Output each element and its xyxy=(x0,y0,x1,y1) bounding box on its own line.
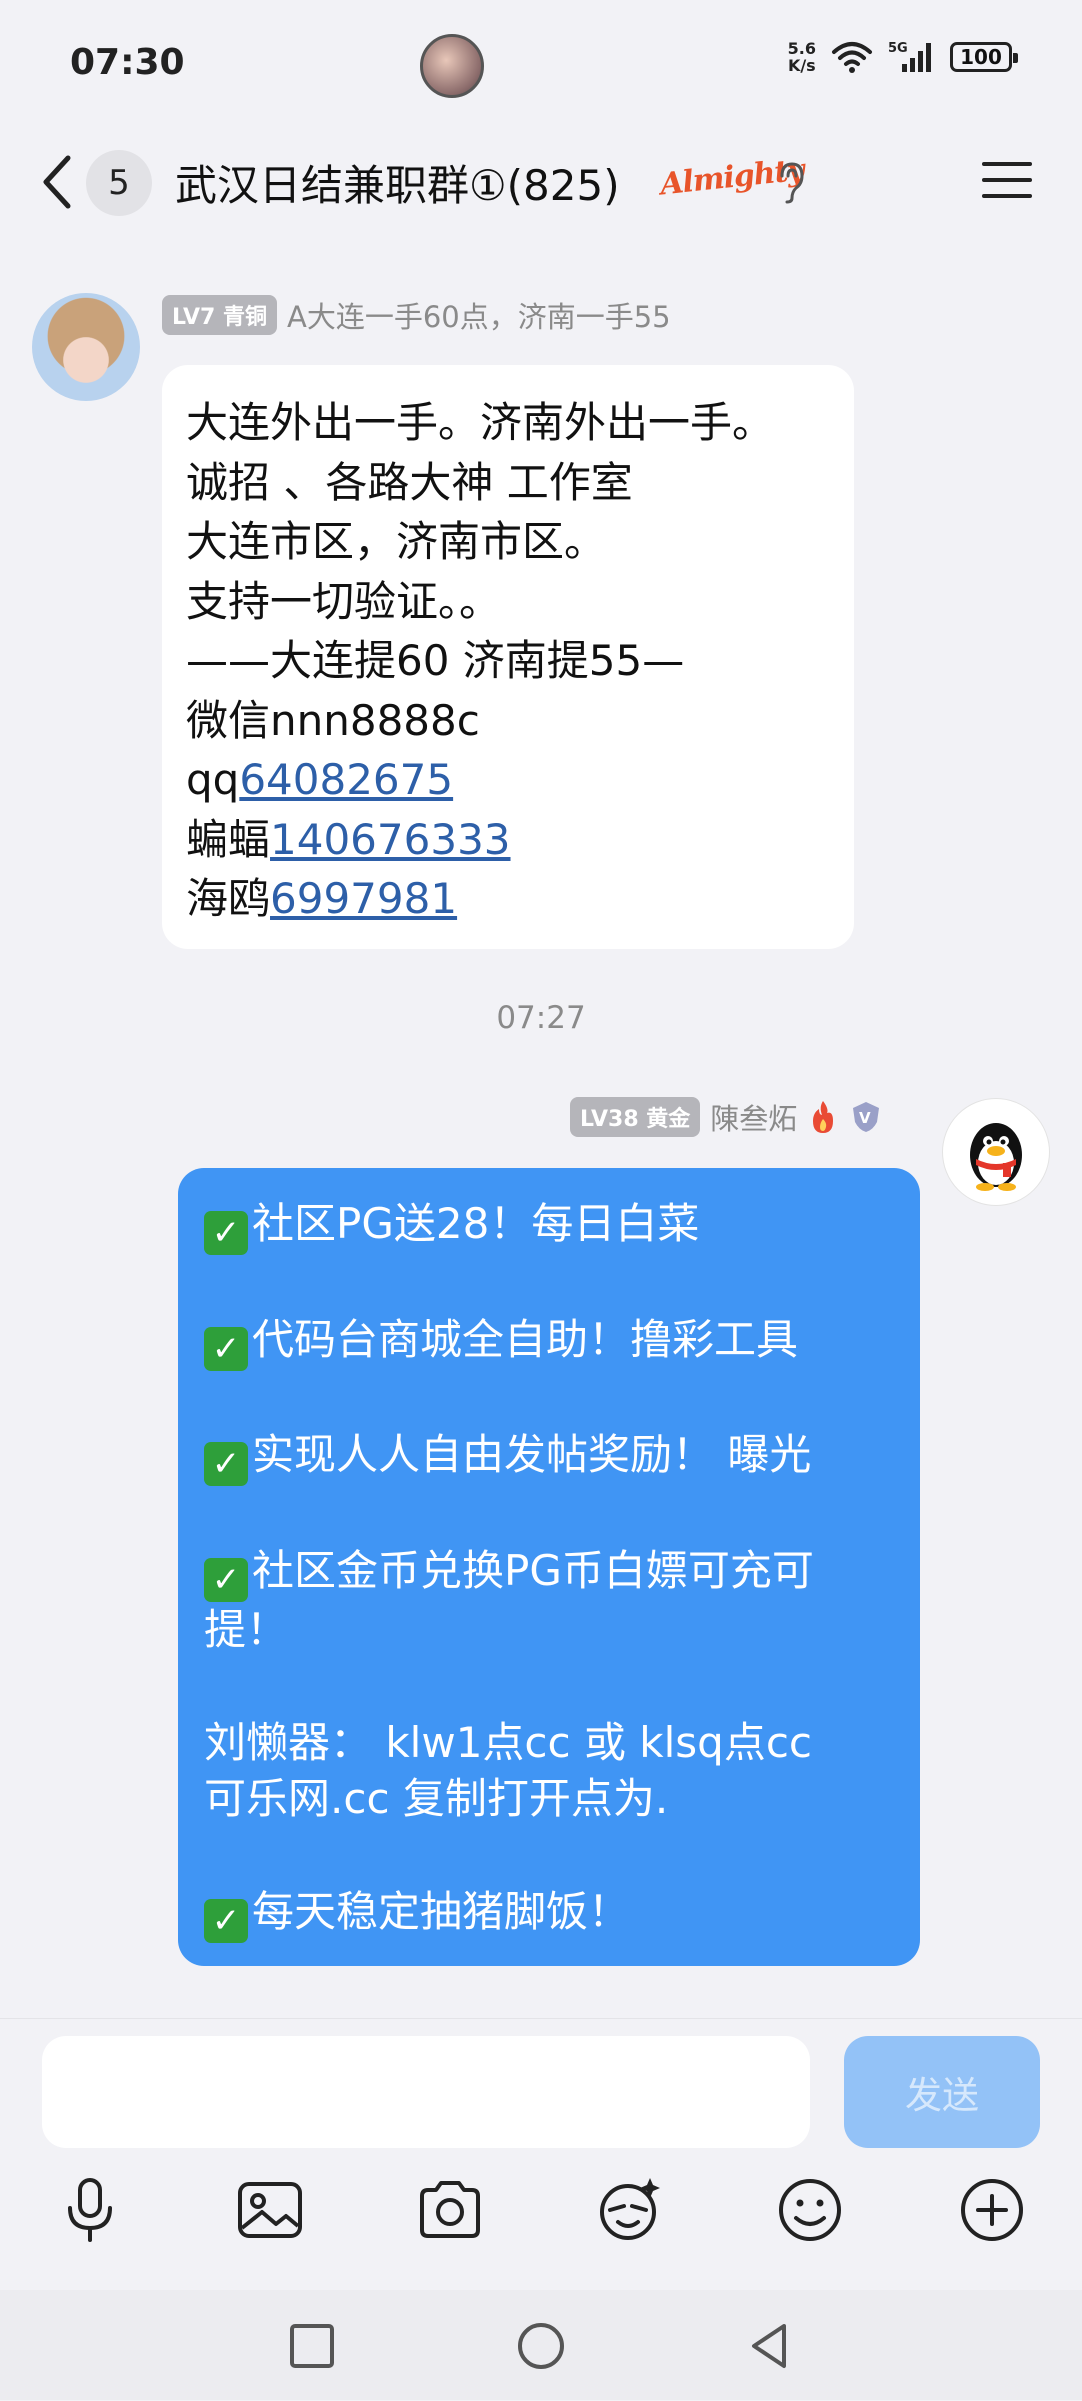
message-sender-meta: LV7 青铜 A大连一手60点，济南一手55 xyxy=(162,294,671,336)
network-speed-value: 5.6 xyxy=(787,39,816,58)
back-nav-icon[interactable] xyxy=(742,2318,798,2374)
message-line: 微信nnn8888c xyxy=(186,695,480,745)
time-divider: 07:27 xyxy=(496,1000,586,1036)
message-bubble[interactable]: 大连外出一手。济南外出一手。 诚招 、各路大神 工作室 大连市区，济南市区。 支… xyxy=(162,365,854,949)
message-line-text: 社区PG送28！每日白菜 xyxy=(252,1199,700,1248)
sender-name[interactable]: 陳叁炻 xyxy=(710,1096,797,1138)
line-prefix: 蝙蝠 xyxy=(186,814,271,864)
number-link[interactable]: 140676333 xyxy=(270,815,511,864)
sender-name[interactable]: A大连一手60点，济南一手55 xyxy=(287,294,671,336)
message-line-text: 每天稳定抽猪脚饭！ xyxy=(252,1887,631,1936)
chat-header: 5 武汉日结兼职群①(825) Almighty xyxy=(0,130,1082,235)
plus-icon[interactable] xyxy=(956,2174,1028,2246)
message-line: 海鸥6997981 xyxy=(186,869,830,929)
message-line-text: 实现人人自由发帖奖励！ 曝光 xyxy=(252,1430,812,1479)
svg-text:5G: 5G xyxy=(888,41,908,56)
recents-icon[interactable] xyxy=(284,2318,340,2374)
message-line: ✓ 代码台商城全自助！撸彩工具 xyxy=(204,1312,896,1371)
message-line: 支持一切验证。。 xyxy=(186,576,502,626)
battery-icon: 100 xyxy=(950,42,1018,72)
check-mark-icon: ✓ xyxy=(204,1442,248,1486)
number-link[interactable]: 64082675 xyxy=(239,755,453,804)
status-indicators: 5.6 K/s 5G 100 xyxy=(788,40,1018,74)
message-line: 诚招 、各路大神 工作室 xyxy=(186,457,633,507)
flame-icon xyxy=(813,1101,834,1133)
group-title[interactable]: 武汉日结兼职群①(825) xyxy=(175,152,620,213)
sender-avatar[interactable] xyxy=(32,293,140,401)
message-line: 蝙蝠140676333 xyxy=(186,810,830,870)
level-badge: LV7 青铜 xyxy=(162,295,277,335)
check-mark-icon: ✓ xyxy=(204,1211,248,1255)
svg-text:V: V xyxy=(859,1109,871,1127)
level-badge: LV38 黄金 xyxy=(570,1097,701,1137)
self-avatar[interactable] xyxy=(942,1098,1050,1206)
message-line: qq64082675 xyxy=(186,750,830,810)
send-button[interactable]: 发送 xyxy=(844,2036,1040,2148)
check-mark-icon: ✓ xyxy=(204,1899,248,1943)
line-prefix: 海鸥 xyxy=(186,874,271,923)
check-mark-icon: ✓ xyxy=(204,1326,248,1371)
message-line: 可乐网.cc 复制打开点为. xyxy=(204,1774,669,1823)
wifi-icon xyxy=(832,42,872,73)
network-speed-unit: K/s xyxy=(787,56,816,75)
sticker-icon[interactable] xyxy=(594,2174,666,2246)
microphone-icon[interactable] xyxy=(54,2174,126,2246)
composer-toolbar xyxy=(0,2174,1082,2264)
unread-count-badge[interactable]: 5 xyxy=(86,150,152,216)
penguin-icon xyxy=(970,1123,1022,1191)
message-line: 刘懒器： klw1点cc 或 klsq点cc xyxy=(204,1717,813,1767)
floating-window-avatar-icon[interactable] xyxy=(420,34,484,98)
status-time: 07:30 xyxy=(70,42,185,83)
status-bar: 07:30 5.6 K/s 5G 100 xyxy=(0,0,1082,130)
image-icon[interactable] xyxy=(234,2174,306,2246)
camera-icon[interactable] xyxy=(414,2174,486,2246)
emoji-icon[interactable] xyxy=(774,2174,846,2246)
message-bubble-self[interactable]: ✓ 社区PG送28！每日白菜 ✓ 代码台商城全自助！撸彩工具 ✓ 实现人人自由发帖奖励… xyxy=(178,1168,920,1966)
network-speed: 5.6 K/s xyxy=(788,40,816,74)
menu-icon[interactable] xyxy=(980,158,1034,202)
back-icon[interactable] xyxy=(36,152,80,212)
message-line: 提！ xyxy=(204,1604,289,1654)
message-input[interactable] xyxy=(42,2036,810,2148)
system-nav-bar xyxy=(0,2290,1082,2400)
message-line: 大连市区，济南市区。 xyxy=(186,517,607,566)
message-sender-meta: LV38 黄金 陳叁炻 V xyxy=(570,1096,883,1138)
message-line-text: 代码台商城全自助！撸彩工具 xyxy=(252,1314,799,1364)
home-icon[interactable] xyxy=(513,2318,569,2374)
line-prefix: qq xyxy=(186,755,240,804)
message-line: ——大连提60 济南提55— xyxy=(186,636,685,685)
message-line: 大连外出一手。济南外出一手。 xyxy=(186,398,775,447)
message-line: ✓ 每天稳定抽猪脚饭！ xyxy=(204,1884,896,1943)
message-line: ✓ 社区金币兑换PG币白嫖可充可 xyxy=(204,1543,896,1602)
ear-icon[interactable] xyxy=(774,160,810,204)
message-line: ✓ 实现人人自由发帖奖励！ 曝光 xyxy=(204,1427,896,1486)
shield-icon: V xyxy=(853,1102,880,1132)
check-mark-icon: ✓ xyxy=(204,1557,248,1602)
message-line: ✓ 社区PG送28！每日白菜 xyxy=(204,1196,896,1255)
signal-5g-icon: 5G xyxy=(888,41,931,72)
number-link[interactable]: 6997981 xyxy=(270,874,457,923)
message-line-text: 社区金币兑换PG币白嫖可充可 xyxy=(252,1545,814,1595)
